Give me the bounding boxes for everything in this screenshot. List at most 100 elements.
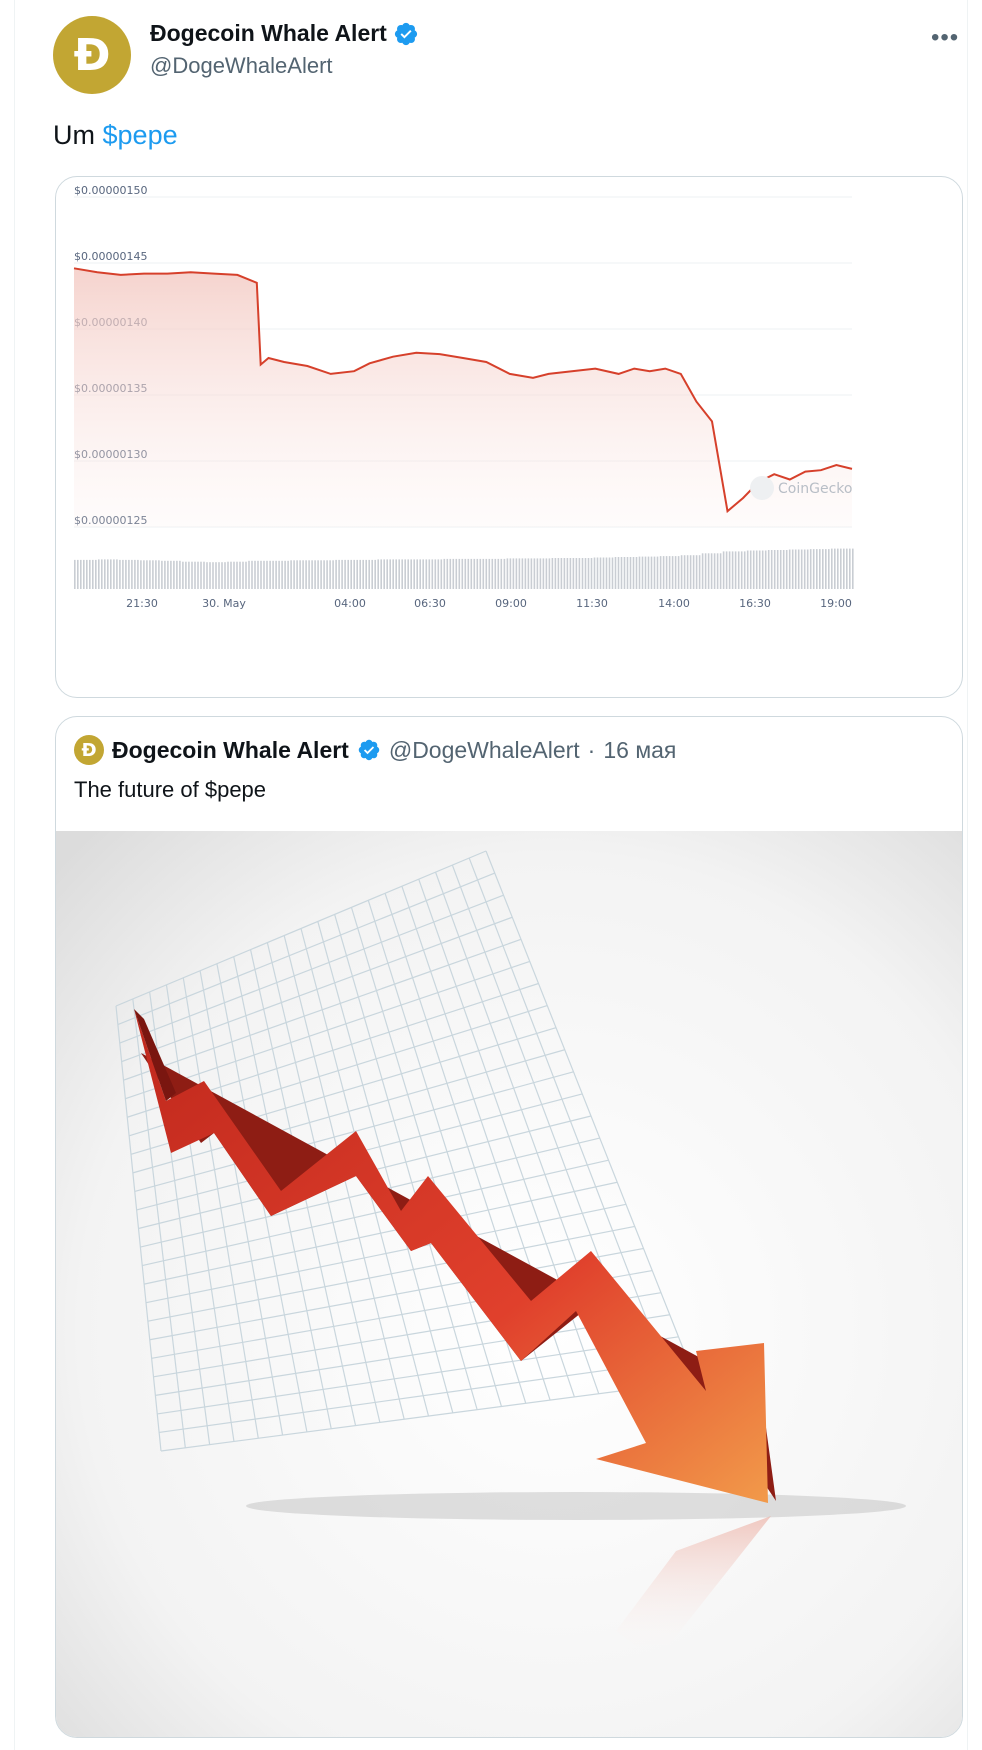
quoted-tweet[interactable]: Ð Ðogecoin Whale Alert @DogeWhaleAlert ·… — [55, 716, 963, 1738]
volume-bar — [359, 559, 361, 589]
volume-bar — [395, 559, 397, 589]
volume-bar — [215, 562, 217, 589]
volume-bar — [698, 555, 701, 589]
volume-bar — [275, 560, 277, 589]
volume-bar — [269, 560, 271, 589]
volume-bar — [719, 553, 722, 589]
volume-bar — [329, 560, 331, 589]
volume-bar — [413, 559, 415, 589]
volume-bar — [809, 549, 812, 589]
volume-bar — [554, 558, 557, 589]
volume-bar — [197, 561, 199, 589]
cashtag-link[interactable]: $pepe — [103, 120, 178, 150]
volume-bar — [803, 549, 806, 589]
volume-bar — [782, 550, 785, 589]
volume-bar — [512, 558, 515, 589]
volume-bar — [113, 559, 115, 589]
more-options-icon[interactable]: ••• — [931, 24, 959, 52]
volume-bar — [602, 557, 605, 589]
volume-bar — [542, 558, 545, 589]
volume-bar — [788, 549, 791, 589]
volume-bar — [449, 558, 452, 589]
volume-bar — [83, 559, 85, 589]
volume-bar — [590, 558, 593, 589]
volume-bar — [206, 562, 208, 589]
volume-bar — [545, 558, 548, 589]
volume-bar — [311, 560, 313, 589]
quoted-date[interactable]: 16 мая — [603, 737, 676, 764]
volume-bar — [737, 551, 740, 589]
volume-bar — [149, 560, 151, 589]
price-area — [74, 268, 852, 527]
volume-bar — [794, 549, 797, 589]
volume-bar — [272, 560, 274, 589]
volume-bar — [500, 558, 503, 589]
volume-bar — [224, 562, 226, 589]
volume-bar — [743, 551, 746, 589]
volume-bar — [278, 560, 280, 589]
volume-bar — [716, 553, 719, 589]
volume-bar — [419, 559, 421, 589]
volume-bar — [335, 559, 337, 589]
volume-bar — [383, 559, 385, 589]
x-tick-label: 11:30 — [576, 597, 608, 610]
volume-bar — [464, 558, 467, 589]
volume-bar — [596, 557, 599, 589]
quoted-avatar-letter: Ð — [81, 739, 97, 761]
volume-bar — [752, 550, 755, 589]
volume-bar — [509, 558, 512, 589]
volume-bar — [314, 560, 316, 589]
volume-bar — [539, 558, 542, 589]
volume-bar — [443, 558, 446, 589]
volume-bar — [563, 558, 566, 589]
volume-bar — [74, 559, 76, 589]
volume-bar — [623, 557, 626, 589]
volume-bar — [761, 550, 764, 589]
volume-bar — [785, 550, 788, 589]
verified-badge-icon — [394, 22, 417, 45]
tweet-text-prefix: Um — [53, 120, 95, 150]
volume-bar — [488, 558, 491, 589]
volume-bar — [233, 561, 235, 589]
volume-bar — [530, 558, 533, 589]
volume-bar — [104, 559, 106, 589]
volume-bar — [806, 549, 809, 589]
volume-bar — [533, 558, 536, 589]
volume-bar — [281, 560, 283, 589]
volume-bar — [497, 558, 500, 589]
volume-bar — [302, 560, 304, 589]
tweet-card[interactable]: Ð Ðogecoin Whale Alert @DogeWhaleAlert •… — [14, 0, 968, 1750]
volume-bar — [617, 557, 620, 589]
volume-bar — [677, 556, 680, 589]
author-block: Ðogecoin Whale Alert @DogeWhaleAlert — [150, 20, 419, 79]
volume-bar — [323, 560, 325, 589]
quoted-handle[interactable]: @DogeWhaleAlert — [389, 737, 580, 764]
volume-bar — [828, 549, 830, 589]
author-display-name[interactable]: Ðogecoin Whale Alert — [150, 20, 387, 47]
volume-bar — [695, 555, 698, 589]
quoted-avatar[interactable]: Ð — [74, 735, 104, 765]
volume-bar — [398, 559, 400, 589]
volume-bar — [350, 559, 352, 589]
quoted-display-name[interactable]: Ðogecoin Whale Alert — [112, 737, 349, 764]
author-handle[interactable]: @DogeWhaleAlert — [150, 53, 419, 79]
doge-avatar[interactable]: Ð — [53, 16, 131, 94]
volume-bar — [374, 559, 376, 589]
price-chart-card[interactable]: $0.00000150$0.00000145$0.00000140$0.0000… — [55, 176, 963, 698]
volume-bar — [779, 550, 782, 589]
volume-bar — [92, 559, 94, 589]
volume-bar — [852, 548, 854, 589]
volume-bar — [290, 560, 292, 589]
x-axis-labels: 21:30 30. May 04:00 06:30 09:00 11:30 14:00 16:… — [126, 597, 852, 610]
volume-bar — [242, 561, 244, 589]
down-trend-arrow-image[interactable] — [56, 831, 962, 1737]
volume-bar — [155, 560, 157, 589]
volume-bar — [626, 557, 629, 589]
volume-bars — [74, 548, 854, 589]
x-tick-label: 30. May — [202, 597, 246, 610]
volume-bar — [551, 558, 554, 589]
volume-bar — [521, 558, 524, 589]
volume-bar — [338, 559, 340, 589]
volume-bar — [680, 555, 683, 589]
volume-bar — [125, 559, 127, 589]
